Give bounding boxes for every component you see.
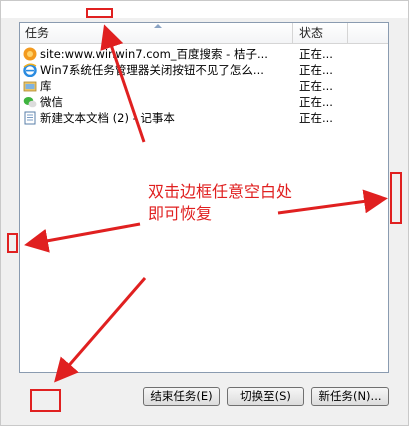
arrow-to-right bbox=[277, 189, 388, 215]
arrow-to-bottom bbox=[54, 277, 147, 383]
annotation-arrows bbox=[24, 24, 388, 383]
arrow-to-left bbox=[24, 222, 141, 253]
arrow-to-top bbox=[100, 24, 146, 143]
